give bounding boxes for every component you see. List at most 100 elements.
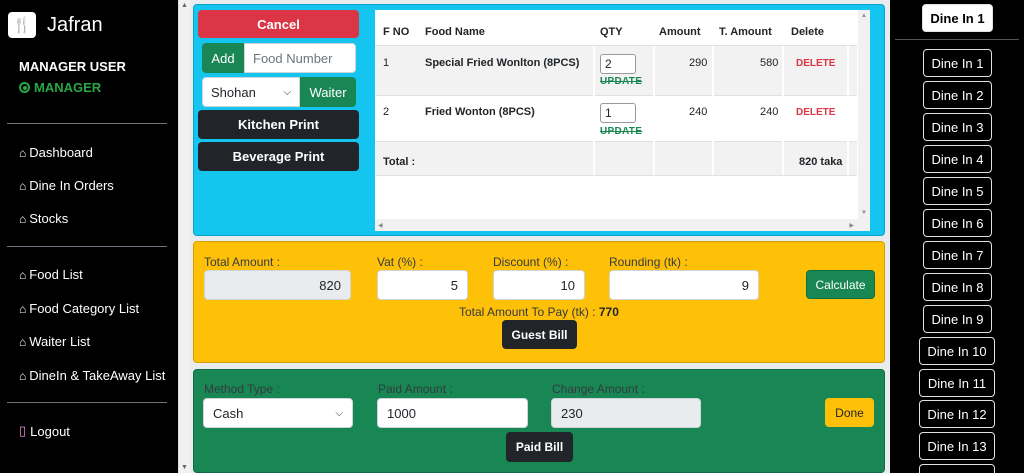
method-type-value: Cash [213, 405, 244, 421]
delete-link[interactable]: DELETE [796, 107, 835, 118]
row-divider [375, 175, 857, 176]
cell-amount: 240 [689, 106, 708, 118]
cell-food-name: Fried Wonton (8PCS) [425, 106, 535, 118]
scroll-up-arrow-icon[interactable]: ▲ [181, 2, 188, 9]
update-link[interactable]: UPDATE [600, 126, 642, 137]
cancel-button[interactable]: Cancel [198, 10, 359, 38]
scroll-right-arrow-icon[interactable]: ▶ [849, 222, 854, 229]
waiter-select[interactable]: Shohan ⌵ [202, 77, 300, 107]
waiter-button[interactable]: Waiter [300, 77, 356, 107]
qty-input[interactable]: 2 [600, 54, 636, 74]
dine-in-table-button[interactable]: Dine In 2 [923, 81, 992, 109]
cell-t-amount: 580 [760, 57, 779, 69]
house-icon: ⌂ [19, 301, 27, 316]
column-divider [653, 46, 655, 175]
scroll-left-arrow-icon[interactable]: ◀ [378, 222, 383, 229]
scroll-down-arrow-icon[interactable]: ▼ [861, 210, 867, 216]
dine-in-table-button[interactable]: Dine In 10 [919, 337, 995, 365]
billing-panel: Total Amount : 820 Vat (%) : 5 Discount … [193, 241, 885, 363]
dine-in-table-button[interactable]: Dine In 5 [923, 177, 992, 205]
dine-in-table-button[interactable]: Dine In 9 [923, 305, 992, 333]
column-divider [782, 46, 784, 175]
brand-name: Jafran [47, 13, 103, 36]
nav-label: Food Category List [29, 301, 140, 316]
nav-item-food-list[interactable]: ⌂ Food List [19, 267, 83, 282]
left-sidebar: 🍴 Jafran MANAGER USER MANAGER ⌂ Dashboar… [0, 0, 178, 473]
discount-label: Discount (%) : [493, 255, 569, 269]
dine-in-table-button[interactable]: Dine In 8 [923, 273, 992, 301]
column-header-amount: Amount [659, 26, 701, 38]
scroll-up-arrow-icon[interactable]: ▲ [861, 13, 867, 19]
dine-in-table-button[interactable]: Dine In 3 [923, 113, 992, 141]
total-row [375, 142, 857, 175]
dine-in-table-button[interactable]: Dine In 13 [919, 432, 995, 460]
column-divider [593, 46, 595, 175]
amount-to-pay-label: Total Amount To Pay (tk) : [459, 305, 596, 319]
discount-input[interactable]: 10 [493, 270, 585, 300]
add-button[interactable]: Add [202, 43, 244, 73]
fork-knife-icon: 🍴 [8, 12, 36, 38]
paid-amount-label: Paid Amount : [378, 382, 453, 396]
calculate-button[interactable]: Calculate [806, 270, 875, 299]
rounding-input[interactable]: 9 [609, 270, 759, 300]
scroll-down-arrow-icon[interactable]: ▼ [181, 464, 188, 471]
amount-to-pay-value: 770 [598, 305, 619, 319]
dine-in-table-button[interactable]: Dine In 11 [919, 369, 995, 397]
delete-link[interactable]: DELETE [796, 58, 835, 69]
guest-bill-button[interactable]: Guest Bill [502, 320, 577, 349]
column-header-delete: Delete [791, 26, 825, 38]
nav-item-waiter-list[interactable]: ⌂ Waiter List [19, 334, 90, 349]
sidebar-divider [7, 402, 167, 403]
nav-label: Waiter List [29, 334, 91, 349]
column-divider [847, 46, 849, 175]
cell-fno: 2 [383, 106, 390, 118]
dine-in-active-button[interactable]: Dine In 1 [922, 4, 993, 32]
column-header-food-name: Food Name [425, 26, 485, 38]
dine-in-table-button[interactable]: Dine In 12 [919, 400, 995, 428]
table-vertical-scrollbar[interactable]: ▲ ▼ [858, 10, 870, 231]
cell-fno: 1 [383, 57, 390, 69]
nav-item-dinein-takeaway-list[interactable]: ⌂ DineIn & TakeAway List [19, 368, 165, 383]
dine-in-table-button[interactable]: Dine In 6 [923, 209, 992, 237]
vat-input[interactable]: 5 [377, 270, 468, 300]
dine-in-table-button[interactable]: Dine In 4 [923, 145, 992, 173]
nav-item-dine-in-orders[interactable]: ⌂ Dine In Orders [19, 178, 114, 193]
rounding-label: Rounding (tk) : [609, 255, 688, 269]
nav-label: Dine In Orders [29, 178, 114, 193]
change-amount-field: 230 [551, 398, 701, 428]
order-panel: Cancel Add Food Number Shohan ⌵ Waiter K… [193, 4, 885, 236]
beverage-print-button[interactable]: Beverage Print [198, 142, 359, 171]
table-horizontal-scrollbar[interactable]: ◀ ▶ [375, 219, 870, 231]
house-icon: ⌂ [19, 211, 27, 226]
method-type-label: Method Type : [204, 382, 280, 396]
update-link[interactable]: UPDATE [600, 76, 642, 87]
column-divider [712, 46, 714, 175]
order-table: F NO Food Name QTY Amount T. Amount Dele… [375, 10, 870, 231]
dine-in-divider [895, 39, 1019, 40]
paid-bill-button[interactable]: Paid Bill [506, 432, 573, 462]
user-name: MANAGER USER [19, 59, 126, 74]
chevron-down-icon: ⌵ [335, 407, 343, 419]
done-button[interactable]: Done [825, 398, 874, 427]
dine-in-table-button[interactable]: Dine In 7 [923, 241, 992, 269]
brand[interactable]: 🍴 Jafran [8, 12, 103, 38]
chevron-down-icon: ⌵ [283, 86, 291, 98]
paid-amount-input[interactable]: 1000 [377, 398, 528, 428]
house-icon: ⌂ [19, 267, 27, 282]
method-type-select[interactable]: Cash ⌵ [203, 398, 353, 428]
nav-label: Dashboard [29, 145, 93, 160]
user-role-label: MANAGER [34, 80, 102, 95]
column-header-fno: F NO [383, 26, 410, 38]
nav-item-food-category-list[interactable]: ⌂ Food Category List [19, 301, 139, 316]
change-amount-label: Change Amount : [552, 382, 645, 396]
nav-item-logout[interactable]: ▯ Logout [19, 423, 70, 439]
qty-input[interactable]: 1 [600, 103, 636, 123]
page-scrollbar[interactable]: ▲ ▼ [178, 0, 190, 473]
nav-item-stocks[interactable]: ⌂ Stocks [19, 211, 68, 226]
dine-in-table-button[interactable]: Dine In 14 [919, 464, 995, 473]
nav-item-dashboard[interactable]: ⌂ Dashboard [19, 145, 93, 160]
house-icon: ⌂ [19, 334, 27, 349]
kitchen-print-button[interactable]: Kitchen Print [198, 110, 359, 139]
food-number-input[interactable]: Food Number [244, 43, 356, 73]
dine-in-table-button[interactable]: Dine In 1 [923, 49, 992, 77]
